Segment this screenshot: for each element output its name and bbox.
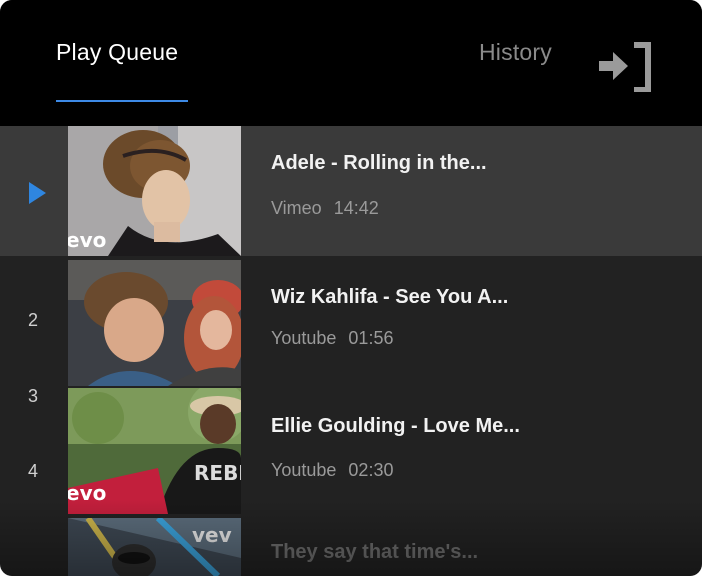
thumb-watermark: evo xyxy=(68,481,106,505)
track-source: Youtube xyxy=(271,460,337,480)
track-duration: 14:42 xyxy=(333,198,379,218)
queue-item[interactable]: 3 REBE evo Ellie Goulding - Love Me... xyxy=(0,386,702,514)
queue-position: 4 xyxy=(27,461,38,481)
video-thumbnail xyxy=(68,260,241,386)
queue-list: evo Adele - Rolling in the... Vimeo 14:42… xyxy=(0,126,702,576)
track-title[interactable]: Wiz Kahlifa - See You A... xyxy=(271,285,508,309)
thumb-watermark: vev xyxy=(192,523,232,547)
queue-position: 2 xyxy=(27,310,38,330)
queue-position: 3 xyxy=(27,386,38,406)
video-thumbnail: evo xyxy=(68,126,241,256)
track-title[interactable]: Ellie Goulding - Love Me... xyxy=(271,414,520,438)
video-thumbnail: REBE evo xyxy=(68,388,241,514)
queue-item[interactable]: vev They say that time's... xyxy=(0,514,702,576)
track-meta: Youtube 02:30 xyxy=(271,459,393,481)
track-duration: 01:56 xyxy=(348,328,394,348)
video-thumbnail: vev xyxy=(68,518,241,576)
track-meta: Vimeo 14:42 xyxy=(271,197,379,219)
svg-text:REBE: REBE xyxy=(194,461,241,485)
track-source: Youtube xyxy=(271,328,337,348)
queue-item[interactable]: evo Adele - Rolling in the... Vimeo 14:42 xyxy=(0,126,702,256)
queue-header: Play Queue History xyxy=(0,0,702,126)
play-queue-panel: Play Queue History evo Adele - Rolling i… xyxy=(0,0,702,576)
track-duration: 02:30 xyxy=(348,460,394,480)
track-source: Vimeo xyxy=(271,198,322,218)
thumb-watermark: evo xyxy=(68,228,106,252)
tab-history[interactable]: History xyxy=(479,38,552,66)
now-playing-icon xyxy=(29,182,46,204)
exit-to-right-icon[interactable] xyxy=(596,42,652,93)
active-tab-indicator xyxy=(56,100,188,102)
track-title[interactable]: Adele - Rolling in the... xyxy=(271,151,487,175)
track-meta: Youtube 01:56 xyxy=(271,327,393,349)
track-title[interactable]: They say that time's... xyxy=(271,540,478,564)
queue-item[interactable]: 2 Wiz Kahlifa - See You A... Youtube 01:5… xyxy=(0,256,702,386)
tab-play-queue[interactable]: Play Queue xyxy=(56,38,178,66)
